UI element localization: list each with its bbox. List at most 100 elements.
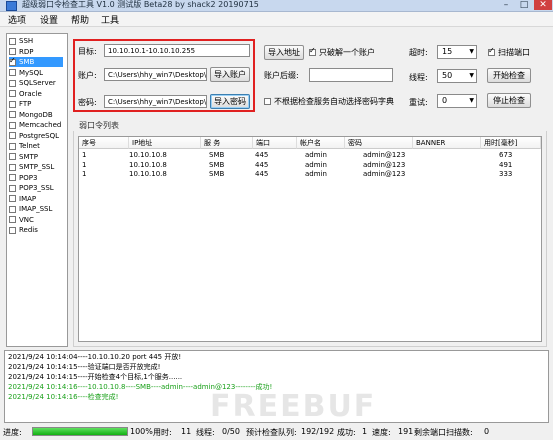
close-button[interactable]: ✕ <box>534 0 552 10</box>
table-cell: 1 <box>82 160 87 169</box>
protocol-checkbox[interactable] <box>9 37 16 45</box>
protocol-checkbox[interactable] <box>9 142 16 150</box>
start-check-button[interactable]: 开始检查 <box>487 68 531 83</box>
protocol-label: MongoDB <box>19 110 53 119</box>
protocol-checkbox[interactable] <box>9 174 16 181</box>
protocol-checkbox[interactable] <box>9 100 16 108</box>
protocol-checkbox[interactable] <box>9 205 16 213</box>
table-cell: SMB <box>209 170 225 178</box>
protocol-checkbox[interactable] <box>9 90 16 97</box>
protocol-item[interactable]: Memcached <box>9 120 61 130</box>
protocol-checkbox[interactable] <box>9 79 16 87</box>
title-bar: 超级弱口令检查工具 V1.0 测试版 Beta28 by shack2 2019… <box>0 0 553 12</box>
protocol-label: SMTP_SSL <box>19 163 55 171</box>
protocol-checkbox[interactable] <box>9 216 16 223</box>
window-title: 超级弱口令检查工具 V1.0 测试版 Beta28 by shack2 2019… <box>22 0 259 9</box>
column-header[interactable]: IP地址 <box>129 137 201 149</box>
protocol-label: Telnet <box>19 142 40 150</box>
column-header[interactable]: 服 务 <box>201 137 253 149</box>
only-one-label: 只破解一个账户 <box>319 48 375 57</box>
protocol-checkbox[interactable] <box>9 153 16 160</box>
column-header[interactable]: 序号 <box>79 137 129 149</box>
protocol-item[interactable]: SMB <box>9 56 63 67</box>
protocol-item[interactable]: MongoDB <box>9 110 53 120</box>
table-row[interactable]: 1 10.10.10.8 SMB 445 admin admin@123 673 <box>79 151 541 160</box>
threads-label: 线程: <box>409 73 428 82</box>
table-row[interactable]: 1 10.10.10.8 SMB 445 admin admin@123 333 <box>79 170 541 179</box>
column-header[interactable]: 端口 <box>253 137 297 149</box>
protocol-checkbox[interactable] <box>9 69 16 76</box>
timeout-label: 超时: <box>409 48 428 57</box>
protocol-label: SMTP <box>19 152 38 161</box>
password-file-input[interactable]: C:\Users\hhy_win7\Desktop\ <box>104 95 207 108</box>
column-header[interactable]: BANNER <box>413 137 481 149</box>
menu-options[interactable]: 选项 <box>8 13 26 26</box>
protocol-checkbox[interactable] <box>9 48 16 55</box>
import-address-button[interactable]: 导入地址 <box>264 45 304 60</box>
timeout-select[interactable]: 15 ▼ <box>437 45 477 59</box>
log-line: 2021/9/24 10:14:04----10.10.10.20 port 4… <box>8 353 182 361</box>
protocol-item[interactable]: Oracle <box>9 89 42 99</box>
import-account-button[interactable]: 导入账户 <box>210 67 250 82</box>
stop-check-button[interactable]: 停止检查 <box>487 93 531 108</box>
protocol-item[interactable]: SQLServer <box>9 78 56 88</box>
protocol-item[interactable]: SMTP_SSL <box>9 162 54 172</box>
scan-port-checkbox[interactable] <box>488 46 495 56</box>
table-cell: 673 <box>499 151 513 159</box>
maximize-button[interactable]: □ <box>516 0 532 10</box>
only-one-checkbox[interactable] <box>309 46 316 56</box>
menu-settings[interactable]: 设置 <box>40 13 58 26</box>
minimize-button[interactable]: – <box>498 0 514 10</box>
no-auto-dict-checkbox[interactable] <box>264 98 271 105</box>
protocol-checkbox[interactable] <box>9 111 16 118</box>
account-suffix-label: 账户后缀: <box>264 71 299 80</box>
table-cell: 445 <box>255 151 269 159</box>
account-suffix-input[interactable] <box>309 68 393 82</box>
dropdown-arrow-icon: ▼ <box>469 72 474 79</box>
column-header[interactable]: 用时[毫秒] <box>481 137 541 149</box>
menu-help[interactable]: 帮助 <box>71 13 89 26</box>
protocol-checkbox[interactable] <box>9 121 16 129</box>
menu-tools[interactable]: 工具 <box>101 13 119 26</box>
speed-label: 速度: <box>372 428 391 437</box>
protocol-list[interactable]: SSH RDP SMB MySQL SQLServer Oracle FTP MongoDB M… <box>6 33 68 347</box>
log-panel[interactable]: FREEBUF 2021/9/24 10:14:04----10.10.10.2… <box>4 350 549 423</box>
protocol-item[interactable]: IMAP_SSL <box>9 204 52 214</box>
protocol-item[interactable]: Redis <box>9 225 38 235</box>
no-auto-dict-option[interactable]: 不根据检查服务自动选择密码字典 <box>264 96 394 107</box>
protocol-item[interactable]: IMAP <box>9 194 36 204</box>
timeout-value: 15 <box>442 47 453 56</box>
column-header[interactable]: 帐户名 <box>297 137 345 149</box>
protocol-item[interactable]: VNC <box>9 215 34 225</box>
protocol-item[interactable]: SSH <box>9 36 33 46</box>
protocol-checkbox[interactable] <box>9 184 16 192</box>
column-header[interactable]: 密码 <box>345 137 413 149</box>
account-file-input[interactable]: C:\Users\hhy_win7\Desktop\ <box>104 68 207 81</box>
protocol-item[interactable]: POP3 <box>9 173 37 183</box>
protocol-item[interactable]: SMTP <box>9 152 38 162</box>
protocol-checkbox[interactable] <box>9 56 16 66</box>
protocol-item[interactable]: MySQL <box>9 68 43 78</box>
protocol-item[interactable]: POP3_SSL <box>9 183 54 193</box>
elapsed-value: 11 <box>181 427 192 436</box>
menu-bar: 选项 设置 帮助 工具 <box>0 12 553 27</box>
only-one-account-option[interactable]: 只破解一个账户 <box>309 46 375 58</box>
protocol-checkbox[interactable] <box>9 226 16 234</box>
target-input[interactable]: 10.10.10.1-10.10.10.255 <box>104 44 250 57</box>
watermark: FREEBUF <box>210 389 377 423</box>
scan-port-option[interactable]: 扫描端口 <box>488 46 530 58</box>
retry-select[interactable]: 0 ▼ <box>437 94 477 108</box>
protocol-checkbox[interactable] <box>9 163 16 171</box>
threads-status-label: 线程: <box>196 428 215 437</box>
results-table[interactable]: 序号 IP地址服 务端口 帐户名 密码 BANNER 用时[毫秒] 1 10.10.10.8 S… <box>78 136 542 342</box>
protocol-checkbox[interactable] <box>9 195 16 202</box>
protocol-item[interactable]: PostgreSQL <box>9 131 59 141</box>
protocol-checkbox[interactable] <box>9 132 16 139</box>
protocol-item[interactable]: Telnet <box>9 141 40 151</box>
target-label: 目标: <box>78 47 97 56</box>
table-cell: 333 <box>499 170 513 178</box>
import-password-button[interactable]: 导入密码 <box>210 94 250 109</box>
threads-select[interactable]: 50 ▼ <box>437 69 477 83</box>
protocol-item[interactable]: FTP <box>9 99 31 109</box>
table-row[interactable]: 1 10.10.10.8 SMB 445 admin admin@123 491 <box>79 161 541 170</box>
